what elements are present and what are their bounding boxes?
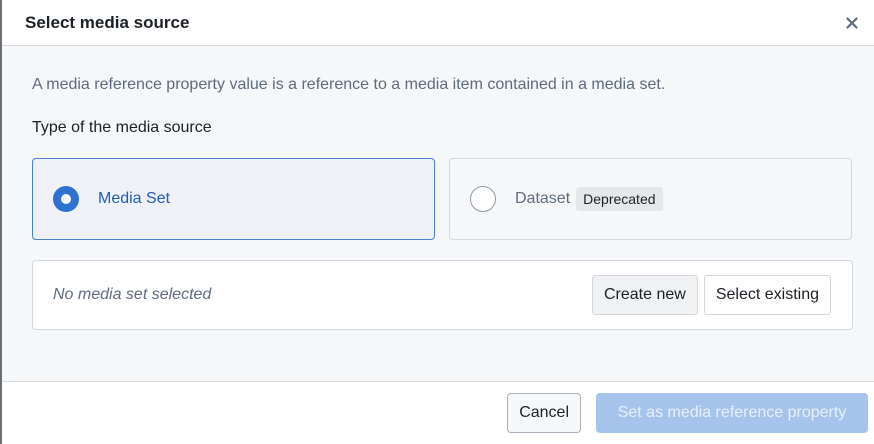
select-media-source-dialog: Select media source A media reference pr… <box>0 0 874 444</box>
cancel-button[interactable]: Cancel <box>507 393 581 433</box>
deprecated-badge: Deprecated <box>576 187 663 211</box>
option-media-set[interactable]: Media Set <box>32 158 435 240</box>
source-type-label: Type of the media source <box>32 119 212 136</box>
dialog-description: A media reference property value is a re… <box>32 76 666 93</box>
radio-unselected-icon[interactable] <box>470 186 496 212</box>
selection-actions: Create new Select existing <box>592 275 831 315</box>
radio-selected-icon[interactable] <box>53 186 79 212</box>
create-new-button[interactable]: Create new <box>592 275 698 315</box>
option-dataset[interactable]: Dataset Deprecated <box>449 158 852 240</box>
option-dataset-label: Dataset <box>515 190 571 207</box>
dialog-header: Select media source <box>2 0 874 46</box>
select-existing-button[interactable]: Select existing <box>703 275 831 315</box>
source-type-options: Media Set Dataset Deprecated <box>32 158 853 240</box>
option-media-set-label: Media Set <box>98 190 171 207</box>
close-icon <box>846 16 858 29</box>
set-as-media-reference-button[interactable]: Set as media reference property <box>596 393 868 433</box>
dialog-title: Select media source <box>25 12 190 32</box>
selection-empty-text: No media set selected <box>53 286 212 303</box>
close-button[interactable] <box>842 13 862 33</box>
media-set-selection: No media set selected Create new Select … <box>32 260 853 330</box>
dialog-footer: Cancel Set as media reference property <box>2 382 874 444</box>
dialog-body: A media reference property value is a re… <box>2 46 874 382</box>
